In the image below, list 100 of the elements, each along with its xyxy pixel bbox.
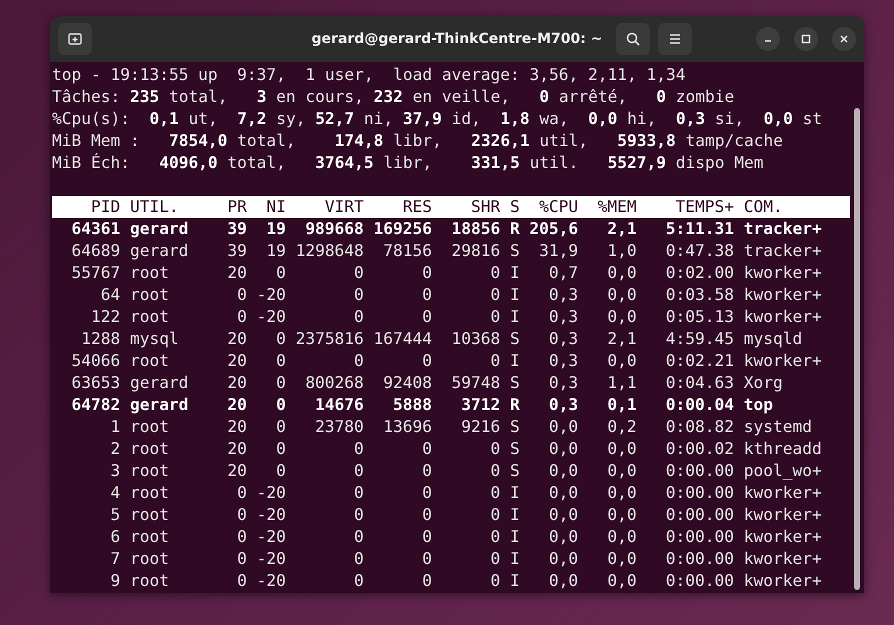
table-cell: -20 — [256, 526, 286, 548]
table-cell-text: tracker+ — [744, 218, 823, 240]
close-icon — [839, 34, 849, 44]
table-cell-text: 54066 — [70, 350, 120, 372]
table-cell-text: 1,0 — [606, 240, 637, 262]
table-cell: I — [510, 306, 520, 328]
table-cell-text: pool_wo+ — [744, 460, 823, 482]
table-cell-text: 0 — [275, 262, 286, 284]
table-cell-text: 5 — [109, 504, 120, 526]
table-cell-text: 2,1 — [606, 218, 637, 240]
table-cell-text: 0,0 — [548, 570, 578, 592]
table-cell-text: root — [130, 262, 170, 284]
table-cell-text: 9216 — [460, 416, 500, 438]
close-button[interactable] — [832, 27, 856, 51]
table-cell-text: 0 — [275, 416, 286, 438]
table-cell-text: 0 — [489, 482, 500, 504]
maximize-icon — [801, 34, 811, 44]
table-cell-text: 0 — [236, 548, 247, 570]
table-cell-text: 0:02.00 — [664, 262, 734, 284]
table-cell-text: 0,0 — [606, 482, 637, 504]
table-cell-text: 0,0 — [606, 438, 637, 460]
column-header: VIRT — [324, 196, 364, 218]
table-cell-text: kworker+ — [744, 306, 823, 328]
column-header: %MEM — [596, 196, 637, 218]
table-cell-text: 0 — [489, 284, 500, 306]
table-cell-text: 0 — [421, 438, 432, 460]
table-cell-text: 18856 — [450, 218, 500, 240]
table-cell-text: 0:00.00 — [664, 526, 734, 548]
table-cell-text: kworker+ — [744, 504, 823, 526]
table-cell-text: 0,3 — [548, 350, 578, 372]
table-cell-text: 0 — [489, 526, 500, 548]
table-cell: S — [510, 240, 520, 262]
menu-button[interactable] — [658, 23, 692, 55]
table-cell-text: 0 — [353, 350, 364, 372]
table-cell-text: 0 — [421, 306, 432, 328]
new-tab-button[interactable] — [58, 23, 92, 55]
table-cell-text: kworker+ — [744, 262, 823, 284]
table-cell: I — [510, 284, 520, 306]
table-cell-text: 0,0 — [606, 570, 637, 592]
table-cell-text: kworker+ — [744, 350, 823, 372]
table-cell-text: 0 — [353, 482, 364, 504]
table-cell-text: 0,0 — [548, 460, 578, 482]
table-cell-text: 0,0 — [548, 438, 578, 460]
table-cell-text: 0 — [421, 482, 432, 504]
summary-line: %Cpu(s): 0,1 ut, 7,2 sy, 52,7 ni, 37,9 id, 1,8 wa, 0,0 hi, 0,3 si, 0,0 st — [52, 108, 824, 130]
table-cell-text: 0:00.02 — [664, 438, 734, 460]
table-cell-text: 0,0 — [548, 416, 578, 438]
table-cell-text: 0 — [353, 262, 364, 284]
table-cell: I — [510, 482, 520, 504]
table-cell-text: 0:04.63 — [664, 372, 734, 394]
summary-line: MiB Mem : 7854,0 total, 174,8 libr, 2326,1 util, 5933,8 tamp/cache — [52, 130, 784, 152]
table-cell-text: 0 — [489, 262, 500, 284]
table-cell-text: 0 — [353, 284, 364, 306]
table-cell-text: 0,0 — [606, 504, 637, 526]
summary-line: top - 19:13:55 up 9:37, 1 user, load average: 3,56, 2,11, 1,34 — [52, 64, 686, 86]
table-cell-text: 31,9 — [538, 240, 578, 262]
table-cell-text: 2 — [109, 438, 120, 460]
table-cell-text: 0 — [421, 504, 432, 526]
table-cell-text: 0:08.82 — [664, 416, 734, 438]
maximize-button[interactable] — [794, 27, 818, 51]
table-cell-text: 20 — [226, 372, 247, 394]
table-cell-text: root — [130, 306, 170, 328]
table-cell-text: 122 — [90, 306, 120, 328]
table-cell-text: 0 — [421, 262, 432, 284]
table-cell: I — [510, 548, 520, 570]
table-cell-text: root — [130, 526, 170, 548]
table-cell-text: root — [130, 504, 170, 526]
table-cell-text: 0:00.00 — [664, 504, 734, 526]
column-header: %CPU — [538, 196, 578, 218]
table-cell: I — [510, 526, 520, 548]
table-cell-text: 1,1 — [606, 372, 637, 394]
minimize-button[interactable] — [756, 27, 780, 51]
table-cell-text: 0,0 — [548, 526, 578, 548]
scrollbar-thumb[interactable] — [854, 108, 860, 590]
table-cell-text: 23780 — [314, 416, 364, 438]
table-cell-text: 1288 — [80, 328, 120, 350]
table-cell-text: 20 — [226, 460, 247, 482]
table-cell-text: root — [130, 548, 170, 570]
table-cell-text: 0 — [275, 328, 286, 350]
table-cell-text: 0,3 — [548, 394, 578, 416]
table-cell-text: 64361 — [70, 218, 120, 240]
table-cell-text: 55767 — [70, 262, 120, 284]
table-cell-text: 989668 — [304, 218, 364, 240]
table-cell: I — [510, 504, 520, 526]
table-cell: 2375816 — [296, 328, 364, 350]
search-button[interactable] — [616, 23, 650, 55]
table-cell-text: root — [130, 284, 170, 306]
table-cell-text: 800268 — [304, 372, 364, 394]
table-cell-text: 0,0 — [606, 306, 637, 328]
table-cell-text: 92408 — [382, 372, 432, 394]
column-header: COM. — [744, 196, 784, 218]
table-cell-text: Xorg — [744, 372, 784, 394]
table-cell-text: 6 — [109, 526, 120, 548]
table-cell-text: root — [130, 460, 170, 482]
table-cell: R — [510, 218, 520, 240]
table-cell-text: 0,0 — [606, 526, 637, 548]
table-cell-text: 0 — [236, 570, 247, 592]
table-cell-text: kworker+ — [744, 284, 823, 306]
table-cell: -20 — [256, 306, 286, 328]
table-cell-text: 64782 — [70, 394, 120, 416]
